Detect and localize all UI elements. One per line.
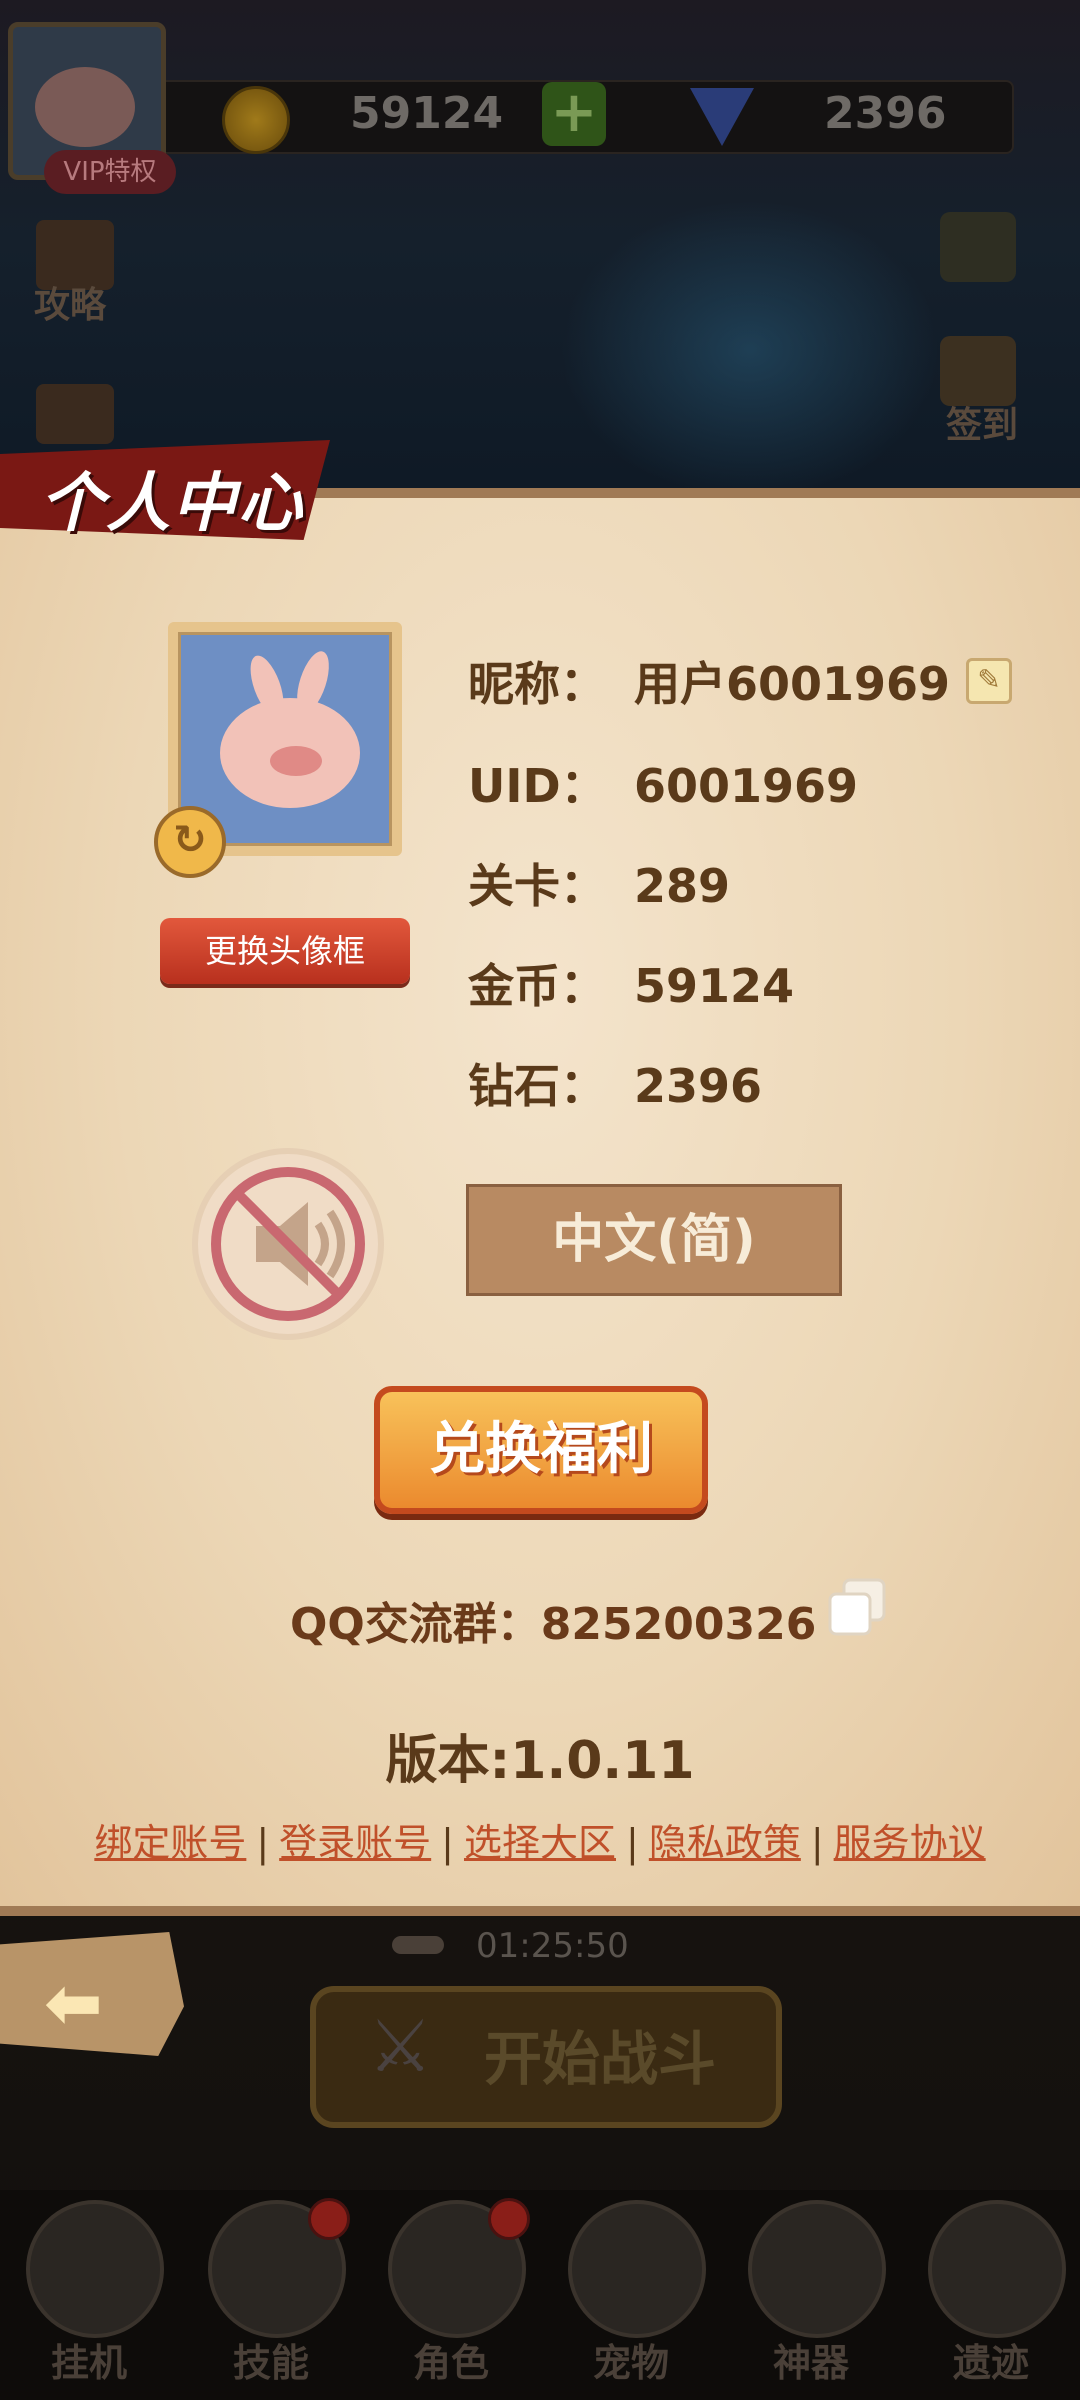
diamond-count: 2396 <box>824 88 947 139</box>
nav-artifacts[interactable]: 神器 <box>736 2200 886 2390</box>
login-account-link[interactable]: 登录账号 <box>279 1821 431 1865</box>
bind-account-link[interactable]: 绑定账号 <box>94 1821 246 1865</box>
edit-icon[interactable]: ✎ <box>966 658 1012 704</box>
nickname-value: 用户6001969 <box>634 657 951 711</box>
stage-row: 关卡： 289 <box>468 859 731 913</box>
diamond-value: 2396 <box>634 1059 763 1113</box>
uid-value: 6001969 <box>634 759 859 813</box>
select-server-link[interactable]: 选择大区 <box>464 1821 616 1865</box>
skills-badge <box>308 2198 350 2240</box>
add-coins-button[interactable]: + <box>542 82 606 146</box>
sound-toggle-button[interactable] <box>198 1154 378 1334</box>
upgrade-icon[interactable] <box>940 212 1016 282</box>
gold-row: 金币： 59124 <box>468 959 795 1013</box>
nav-idle[interactable]: 挂机 <box>14 2200 164 2390</box>
refresh-icon[interactable]: ↻ <box>154 806 226 878</box>
nickname-row: 昵称： 用户6001969 <box>468 657 951 711</box>
account-links: 绑定账号 | 登录账号 | 选择大区 | 隐私政策 | 服务协议 <box>94 1821 986 1865</box>
stage-value: 289 <box>634 859 731 913</box>
guide-label[interactable]: 攻略 <box>34 276 106 328</box>
copy-icon[interactable] <box>826 1576 888 1638</box>
checkin-label[interactable]: 签到 <box>946 396 1018 448</box>
coin-icon <box>222 86 290 154</box>
cave-glow <box>560 200 940 500</box>
service-agreement-link[interactable]: 服务协议 <box>834 1821 986 1865</box>
vip-badge[interactable]: VIP特权 <box>44 150 176 194</box>
language-select-button[interactable]: 中文(简) <box>466 1184 842 1296</box>
uid-row: UID： 6001969 <box>468 759 859 813</box>
version-text: 版本:1.0.11 <box>385 1731 695 1791</box>
diamond-icon <box>690 88 754 146</box>
redeem-welfare-button[interactable]: 兑换福利 <box>374 1386 708 1514</box>
sound-muted-icon <box>211 1167 365 1321</box>
mail-icon[interactable] <box>36 384 114 444</box>
privacy-policy-link[interactable]: 隐私政策 <box>649 1821 801 1865</box>
nav-pets[interactable]: 宠物 <box>556 2200 706 2390</box>
swords-icon: ⚔ <box>368 2004 433 2088</box>
start-battle-label[interactable]: 开始战斗 <box>484 2012 716 2096</box>
coin-count: 59124 <box>350 88 504 139</box>
timer-progress <box>392 1936 444 1954</box>
nav-relics[interactable]: 遗迹 <box>916 2200 1066 2390</box>
gold-value: 59124 <box>634 959 795 1013</box>
qq-group-text: QQ交流群：825200326 <box>290 1599 817 1650</box>
panel-title: 个人中心 <box>40 467 304 541</box>
character-badge <box>488 2198 530 2240</box>
diamond-row: 钻石： 2396 <box>468 1059 763 1113</box>
change-frame-button[interactable]: 更换头像框 <box>160 918 410 984</box>
back-arrow-icon: ⬅ <box>44 1962 103 2044</box>
timer-text: 01:25:50 <box>476 1926 629 1966</box>
